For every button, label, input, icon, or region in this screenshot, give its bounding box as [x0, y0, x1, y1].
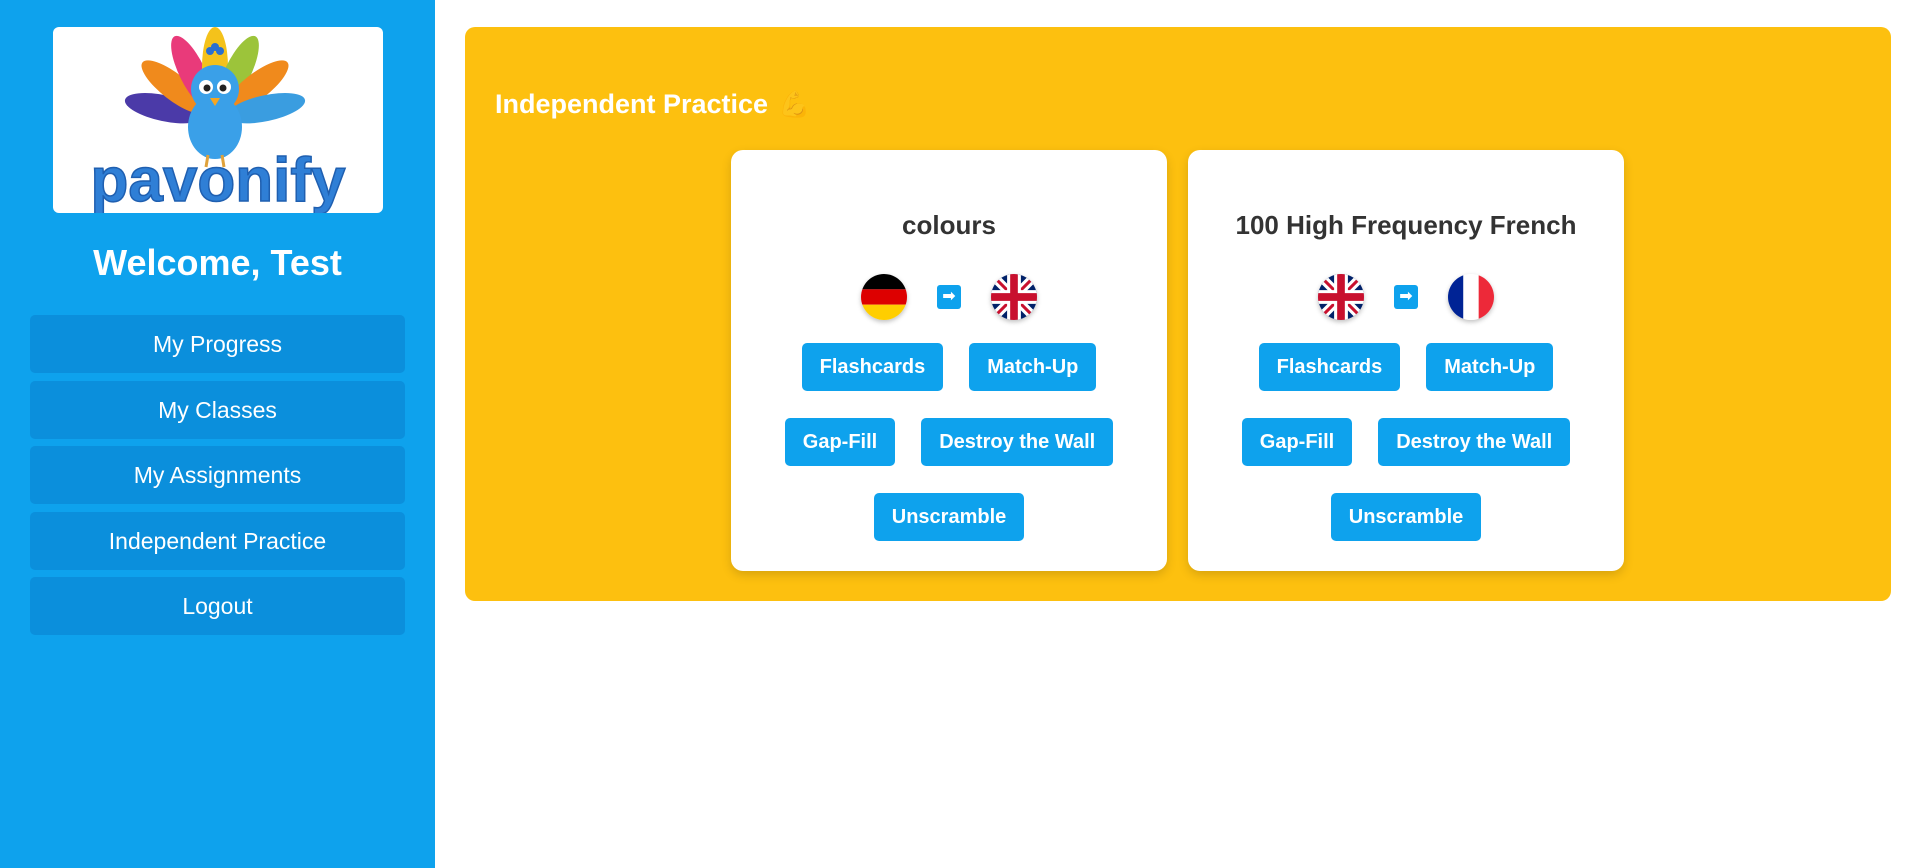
language-pair: ➡	[1188, 274, 1624, 320]
button-row: Gap-Fill Destroy the Wall	[731, 418, 1167, 466]
peacock-logo-icon: pavonify	[90, 27, 347, 213]
arrow-right-icon: ➡	[937, 285, 961, 309]
page-title: Independent Practice 💪	[495, 89, 810, 120]
flashcards-button[interactable]: Flashcards	[1258, 343, 1401, 391]
button-row: Gap-Fill Destroy the Wall	[1188, 418, 1624, 466]
deck-card: colours ➡ Flashcards Match-Up Gap-Fill D…	[731, 150, 1167, 571]
deck-title: 100 High Frequency French	[1235, 210, 1577, 240]
flexed-biceps-icon: 💪	[778, 89, 811, 119]
unscramble-button[interactable]: Unscramble	[1330, 493, 1482, 541]
uk-flag-icon	[991, 274, 1037, 320]
arrow-right-icon: ➡	[1394, 285, 1418, 309]
uk-flag-icon	[1318, 274, 1364, 320]
france-flag-icon	[1448, 274, 1494, 320]
independent-practice-panel: Independent Practice 💪 colours ➡ Flashca…	[465, 27, 1891, 601]
sidebar: pavonify Welcome, Test My Progress My Cl…	[0, 0, 435, 868]
unscramble-button[interactable]: Unscramble	[873, 493, 1025, 541]
gap-fill-button[interactable]: Gap-Fill	[784, 418, 896, 466]
button-row: Flashcards Match-Up	[731, 343, 1167, 391]
button-row: Unscramble	[731, 493, 1167, 541]
button-row: Unscramble	[1188, 493, 1624, 541]
page-title-text: Independent Practice	[495, 89, 769, 119]
germany-flag-icon	[861, 274, 907, 320]
destroy-the-wall-button[interactable]: Destroy the Wall	[1378, 418, 1571, 466]
svg-text:pavonify: pavonify	[91, 146, 346, 213]
sidebar-item-logout[interactable]: Logout	[30, 577, 405, 635]
flashcards-button[interactable]: Flashcards	[801, 343, 944, 391]
sidebar-nav: My Progress My Classes My Assignments In…	[30, 315, 405, 643]
gap-fill-button[interactable]: Gap-Fill	[1241, 418, 1353, 466]
welcome-heading: Welcome, Test	[93, 242, 342, 283]
match-up-button[interactable]: Match-Up	[1426, 343, 1554, 391]
match-up-button[interactable]: Match-Up	[969, 343, 1097, 391]
sidebar-item-my-classes[interactable]: My Classes	[30, 380, 405, 439]
deck-title: colours	[902, 210, 996, 240]
sidebar-item-independent-practice[interactable]: Independent Practice	[30, 511, 405, 570]
button-row: Flashcards Match-Up	[1188, 343, 1624, 391]
app: pavonify Welcome, Test My Progress My Cl…	[0, 0, 1919, 868]
deck-card: 100 High Frequency French ➡ Flashcards M…	[1188, 150, 1624, 571]
sidebar-item-my-progress[interactable]: My Progress	[30, 315, 405, 373]
destroy-the-wall-button[interactable]: Destroy the Wall	[921, 418, 1114, 466]
sidebar-item-my-assignments[interactable]: My Assignments	[30, 446, 405, 504]
logo[interactable]: pavonify	[53, 27, 383, 213]
language-pair: ➡	[731, 274, 1167, 320]
